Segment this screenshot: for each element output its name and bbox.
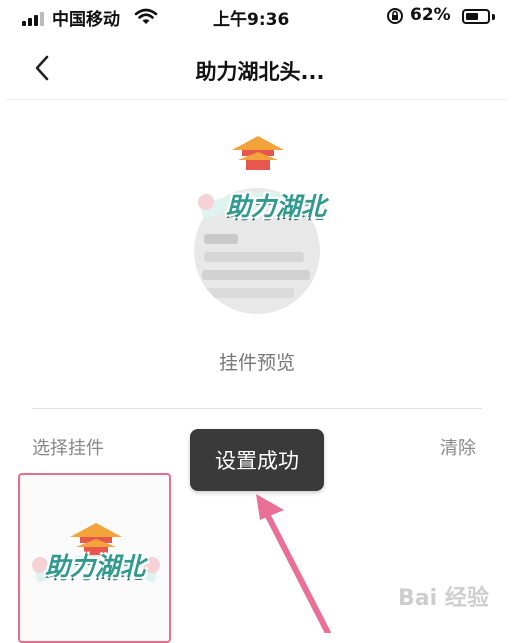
battery-icon: [462, 9, 490, 24]
carrier-name: 中国移动: [52, 10, 120, 30]
chevron-left-icon: [35, 55, 49, 81]
pendant-text: 助力湖北: [225, 192, 326, 221]
battery-cap: [492, 14, 495, 20]
watermark: Bai 经验: [398, 586, 489, 611]
pendant-option-text: 助力湖北: [44, 552, 145, 581]
status-bar: 中国移动 上午9:36 62%: [0, 0, 519, 36]
nav-divider: [6, 99, 507, 100]
preview-label: 挂件预览: [218, 352, 295, 374]
section-divider: [32, 408, 482, 409]
status-time: 上午9:36: [213, 10, 290, 30]
select-pendant-label: 选择挂件: [32, 438, 104, 459]
pavilion-icon: [232, 136, 284, 170]
arrow-annotation-icon: [256, 494, 331, 633]
battery-percent: 62%: [410, 5, 451, 25]
success-toast: 设置成功: [190, 429, 324, 491]
wifi-icon: [134, 8, 158, 24]
page-title: 助力湖北头...: [195, 60, 325, 84]
back-button[interactable]: [26, 50, 62, 86]
clear-button[interactable]: 清除: [440, 434, 476, 460]
signal-icon: [22, 12, 50, 26]
pendant-preview: 助力湖北: [190, 132, 330, 317]
rotation-lock-icon: [387, 8, 403, 24]
pendant-option[interactable]: 助力湖北: [18, 473, 171, 643]
